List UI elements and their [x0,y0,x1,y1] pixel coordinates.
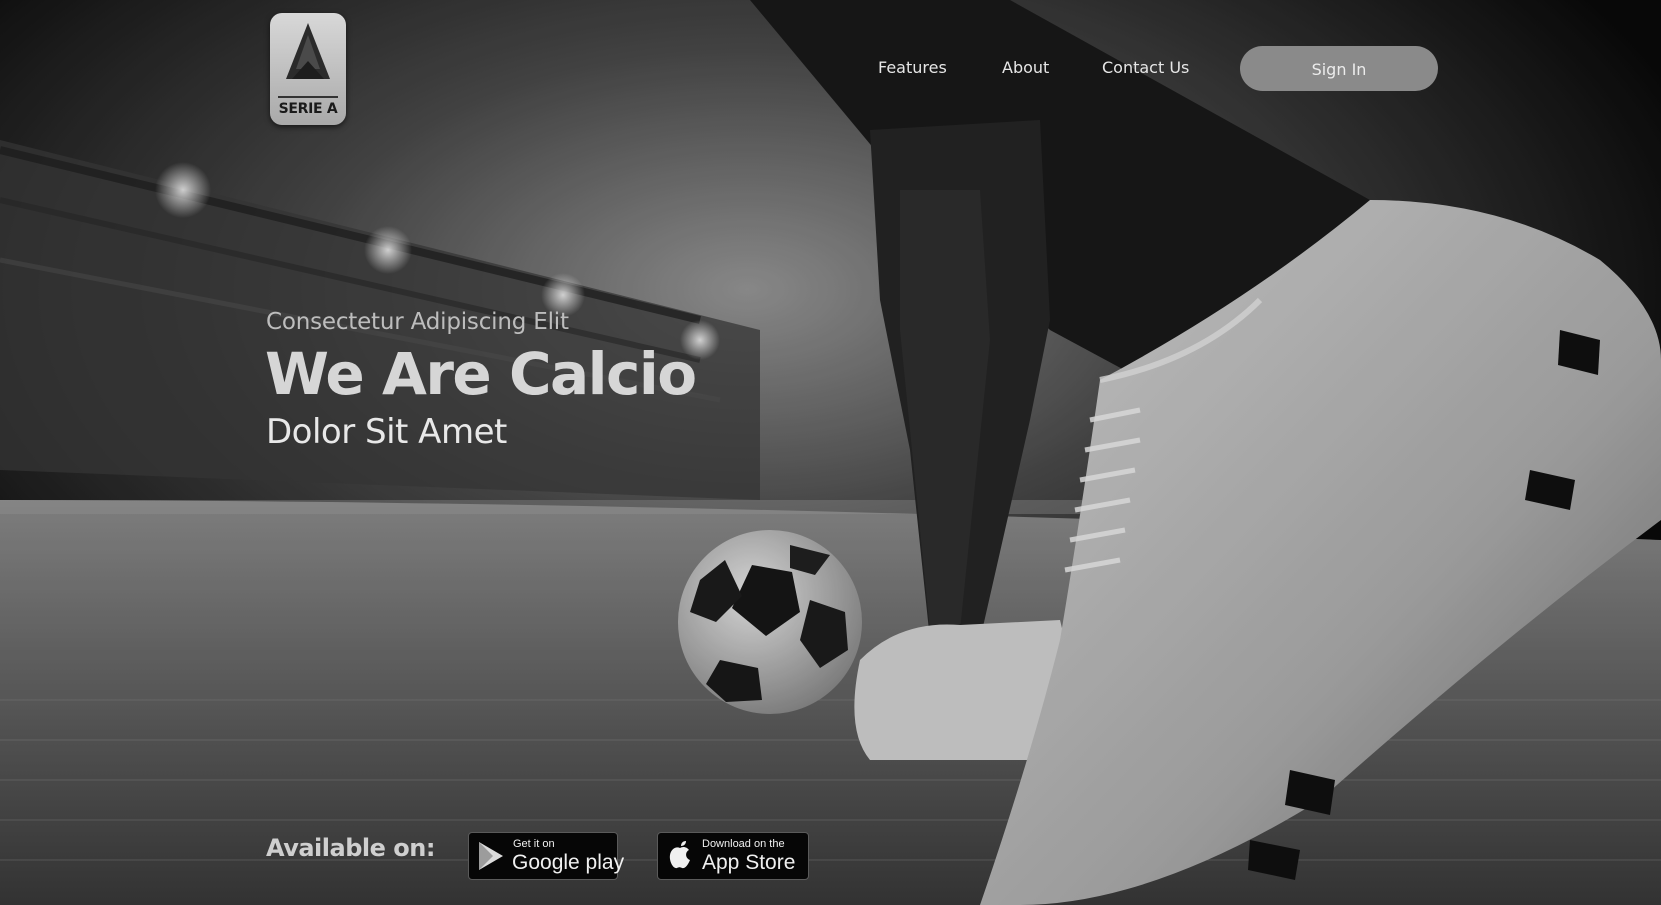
available-on-label: Available on: [266,834,435,862]
google-play-icon [479,842,503,870]
app-store-big-text: App Store [702,851,796,874]
hero-eyebrow: Consectetur Adipiscing Elit [266,309,569,335]
logo-text: SERIE A [278,101,338,117]
nav-link-contact-us[interactable]: Contact Us [1102,58,1189,77]
app-store-small-text: Download on the [702,838,785,850]
logo-divider [278,96,338,98]
serie-a-emblem-icon [286,23,330,79]
google-play-badge[interactable]: Get it on Google play [468,832,624,880]
serie-a-logo[interactable]: SERIE A [270,13,346,125]
apple-icon [669,841,690,869]
hero-background-image [0,0,1661,905]
google-play-small-text: Get it on [513,838,555,850]
nav-link-about[interactable]: About [1002,58,1049,77]
app-store-badge[interactable]: Download on the App Store [657,832,809,880]
hero-section: SERIE A Features About Contact Us Sign I… [0,0,1661,905]
hero-headline: We Are Calcio [265,340,697,408]
google-play-big-text: Google play [512,851,625,874]
hero-subline: Dolor Sit Amet [266,412,507,452]
sign-in-button[interactable]: Sign In [1240,46,1438,91]
nav-link-features[interactable]: Features [878,58,947,77]
